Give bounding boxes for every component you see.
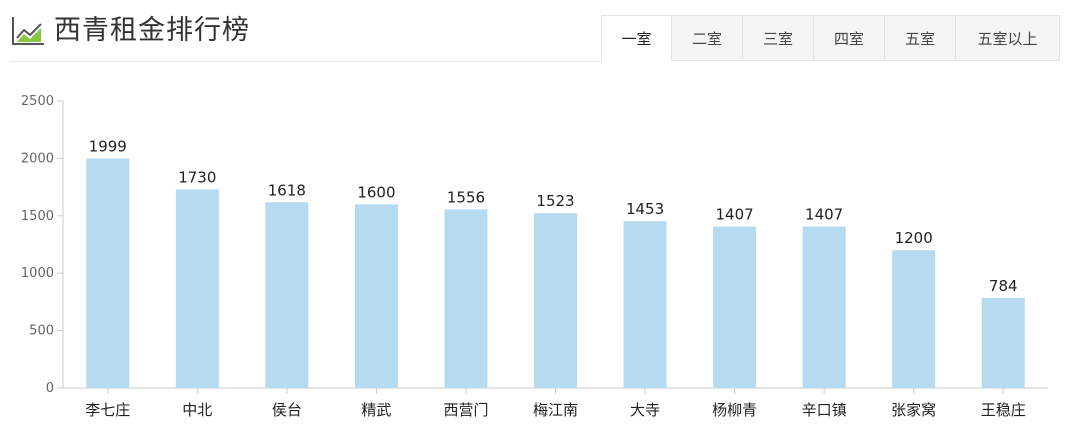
y-tick-label: 0 (46, 381, 54, 396)
bar[interactable] (892, 250, 936, 388)
data-label: 1999 (89, 138, 127, 156)
data-label: 1523 (536, 192, 574, 210)
bar[interactable] (802, 226, 846, 388)
bar[interactable] (623, 221, 667, 388)
y-tick-label: 1500 (21, 209, 54, 224)
tab-2-room[interactable]: 二室 (672, 15, 743, 61)
x-tick-label: 辛口镇 (802, 401, 847, 419)
room-type-tabs: 一室 二室 三室 四室 五室 五室以上 (601, 15, 1060, 61)
data-label: 1407 (715, 205, 753, 223)
header-divider (10, 61, 602, 62)
x-tick-label: 侯台 (272, 401, 302, 419)
y-tick-label: 1000 (21, 266, 54, 281)
bar[interactable] (534, 213, 577, 388)
data-label: 1556 (447, 188, 485, 206)
title-wrap: 西青租金排行榜 (10, 14, 250, 48)
bar[interactable] (354, 204, 398, 388)
data-label: 1600 (357, 183, 395, 201)
bar[interactable] (444, 209, 488, 388)
page-title: 西青租金排行榜 (54, 15, 250, 46)
x-tick-label: 精武 (361, 401, 391, 419)
data-label: 1453 (626, 200, 664, 218)
x-tick-label: 张家窝 (891, 401, 936, 419)
y-tick-label: 500 (29, 324, 54, 339)
bar[interactable] (86, 158, 130, 388)
rent-bar-chart: 0 500 1000 1500 2000 2500 1999 李七庄 1730 中北 1618 侯台 1… (21, 94, 1048, 419)
line-chart-icon (10, 15, 46, 47)
data-label: 1407 (805, 205, 843, 223)
y-tick-label: 2500 (21, 94, 54, 109)
tab-5-room[interactable]: 五室 (885, 15, 956, 61)
x-tick-label: 大寺 (630, 401, 660, 419)
tab-5-plus-room[interactable]: 五室以上 (956, 15, 1060, 61)
y-tick-label: 2000 (21, 151, 54, 166)
x-tick-label: 梅江南 (533, 401, 578, 419)
bar[interactable] (175, 189, 219, 388)
chart-header: 西青租金排行榜 一室 二室 三室 四室 五室 五室以上 (0, 0, 1080, 62)
bar[interactable] (713, 226, 757, 388)
x-tick-label: 王稳庄 (981, 401, 1026, 419)
tab-1-room[interactable]: 一室 (601, 15, 672, 61)
tab-4-room[interactable]: 四室 (814, 15, 885, 61)
bar[interactable] (265, 202, 309, 388)
x-tick-label: 中北 (182, 401, 212, 419)
x-tick-label: 李七庄 (85, 401, 130, 419)
x-tick-label: 西营门 (443, 401, 488, 419)
x-tick-label: 杨柳青 (712, 401, 757, 419)
data-label: 784 (989, 277, 1018, 295)
data-label: 1618 (268, 181, 306, 199)
tab-3-room[interactable]: 三室 (743, 15, 814, 61)
data-label: 1730 (178, 168, 216, 186)
data-label: 1200 (895, 229, 933, 247)
bar[interactable] (981, 297, 1025, 388)
